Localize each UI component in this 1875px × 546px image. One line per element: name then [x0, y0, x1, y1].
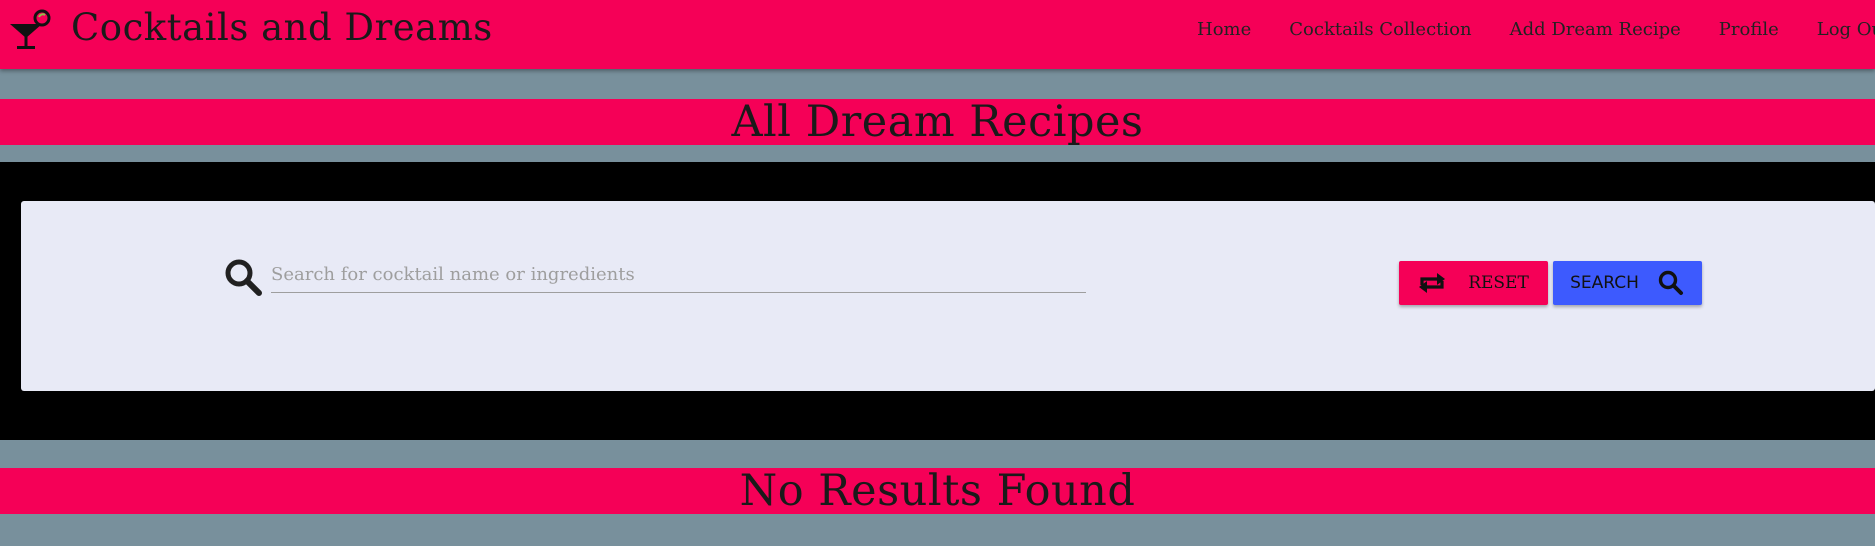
- brand-title[interactable]: Cocktails and Dreams: [71, 6, 493, 49]
- search-button-label: SEARCH: [1570, 273, 1639, 293]
- page-title: All Dream Recipes: [731, 97, 1144, 147]
- repeat-icon: [1419, 273, 1446, 293]
- search-input[interactable]: [271, 256, 1086, 293]
- page-heading-banner: All Dream Recipes: [0, 99, 1875, 145]
- nav-home[interactable]: Home: [1197, 19, 1251, 40]
- reset-button-label: RESET: [1468, 273, 1529, 293]
- reset-button[interactable]: RESET: [1399, 261, 1548, 305]
- cocktail-glass-icon[interactable]: [8, 8, 56, 52]
- nav-cocktails-collection[interactable]: Cocktails Collection: [1289, 19, 1471, 40]
- search-icon: [225, 259, 262, 296]
- nav-add-dream-recipe[interactable]: Add Dream Recipe: [1510, 19, 1681, 40]
- search-icon: [1658, 270, 1683, 295]
- no-results-message: No Results Found: [739, 466, 1136, 516]
- nav-profile[interactable]: Profile: [1719, 19, 1779, 40]
- navbar: Cocktails and Dreams Home Cocktails Coll…: [0, 0, 1875, 69]
- nav-links: Home Cocktails Collection Add Dream Reci…: [1197, 0, 1875, 58]
- results-banner: No Results Found: [0, 468, 1875, 514]
- nav-log-out[interactable]: Log Out: [1817, 19, 1875, 40]
- search-card: RESET SEARCH: [21, 201, 1875, 391]
- search-button[interactable]: SEARCH: [1553, 261, 1702, 305]
